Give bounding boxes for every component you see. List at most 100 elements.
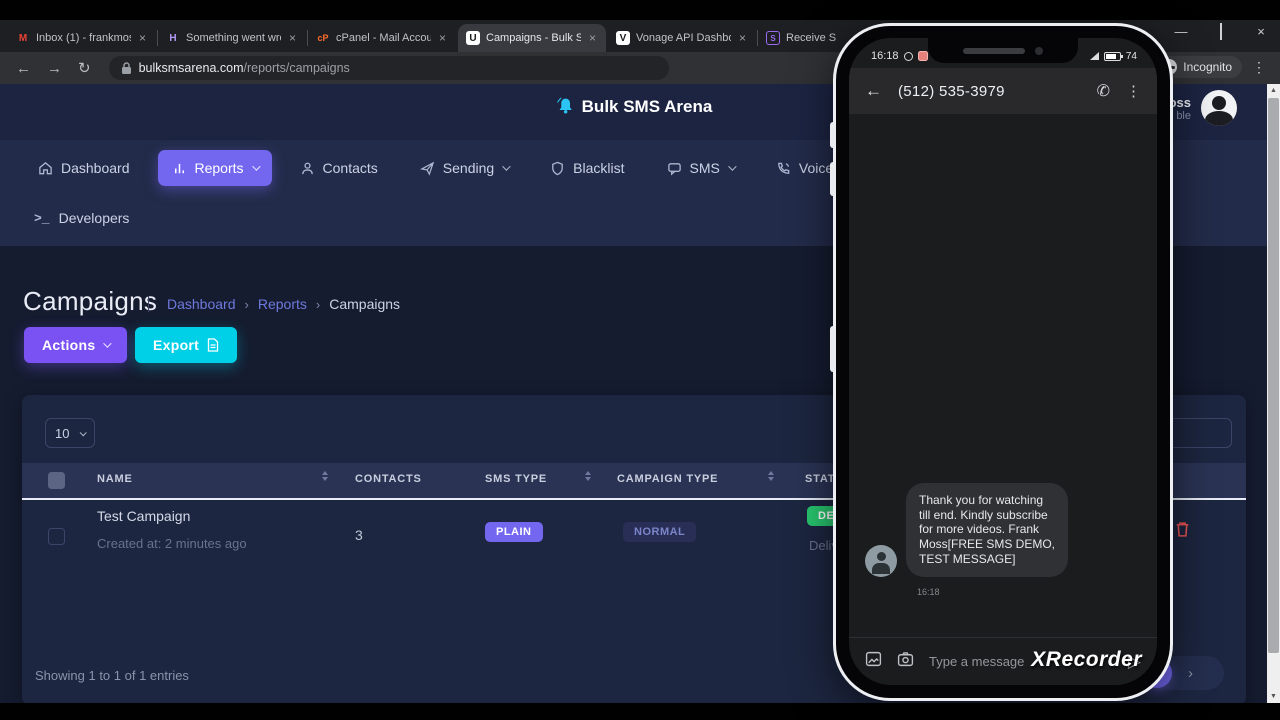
url-path: /reports/campaigns <box>243 61 350 75</box>
actions-label: Actions <box>42 337 96 353</box>
reload-icon[interactable]: ↻ <box>78 59 91 77</box>
user-status: ble <box>1176 109 1191 122</box>
nav-label: Blacklist <box>573 160 625 176</box>
tab-gmail[interactable]: M Inbox (1) - frankmoss × <box>8 24 156 52</box>
nav-label: Reports <box>194 160 244 176</box>
sender-avatar <box>865 545 897 577</box>
delete-button[interactable] <box>1174 520 1191 543</box>
tab-close-icon[interactable]: × <box>437 31 448 45</box>
incognito-label: Incognito <box>1183 60 1232 74</box>
breadcrumb-reports[interactable]: Reports <box>258 296 307 312</box>
row-checkbox[interactable] <box>48 528 65 545</box>
phone-screen: 16:18 74 ← (512) 535-3979 ✆ ⋮ Thank you … <box>849 38 1157 685</box>
address-bar[interactable]: bulksmsarena.com/reports/campaigns <box>108 56 669 80</box>
sort-icon[interactable] <box>322 471 328 481</box>
vonage-icon: V <box>616 31 630 45</box>
browser-menu-icon[interactable]: ⋮ <box>1252 59 1266 76</box>
sort-icon[interactable] <box>585 471 591 481</box>
page-scrollbar[interactable]: ▲ ▼ <box>1267 84 1280 703</box>
letterbox-bottom <box>0 703 1280 720</box>
tab-close-icon[interactable]: × <box>137 31 148 45</box>
scroll-up-icon[interactable]: ▲ <box>1267 84 1280 97</box>
gallery-icon[interactable] <box>865 651 882 672</box>
window-controls: — × <box>1174 23 1268 40</box>
export-button[interactable]: Export <box>135 327 238 363</box>
terminal-icon: >_ <box>34 210 50 226</box>
tab-campaigns-active[interactable]: U Campaigns - Bulk SM × <box>458 24 606 52</box>
sort-icon[interactable] <box>768 471 774 481</box>
bar-chart-icon <box>174 163 184 173</box>
nav-item-dashboard[interactable]: Dashboard <box>24 150 144 186</box>
nav-item-developers[interactable]: >_ Developers <box>24 202 139 234</box>
nav-item-sending[interactable]: Sending <box>406 150 522 186</box>
phone-clock: 16:18 <box>871 50 899 62</box>
close-button[interactable]: × <box>1254 24 1268 39</box>
next-page-icon[interactable]: › <box>1188 665 1193 682</box>
nav-item-reports[interactable]: Reports <box>157 150 272 186</box>
bulksms-favicon: U <box>466 31 480 45</box>
user-name: oss <box>1168 94 1191 110</box>
breadcrumb-separator: › <box>244 296 249 312</box>
paper-plane-icon <box>419 161 434 176</box>
person-icon <box>301 162 313 174</box>
tab-close-icon[interactable]: × <box>737 31 748 45</box>
nav-item-blacklist[interactable]: Blacklist <box>536 150 638 186</box>
phone-volume-up-button <box>830 162 836 196</box>
back-icon[interactable]: ← <box>865 81 882 101</box>
select-all-checkbox[interactable] <box>48 472 65 489</box>
column-header-name[interactable]: NAME <box>97 473 133 485</box>
camera-icon[interactable] <box>897 651 914 672</box>
incognito-badge: Incognito <box>1157 56 1242 78</box>
nav-item-contacts[interactable]: Contacts <box>286 150 392 186</box>
back-icon[interactable]: ← <box>16 60 31 77</box>
minimize-button[interactable]: — <box>1174 24 1188 39</box>
campaign-type-badge: NORMAL <box>623 522 697 542</box>
tab-something-went-wrong[interactable]: H Something went wro × <box>158 24 306 52</box>
page-size-value: 10 <box>55 425 70 441</box>
tab-vonage[interactable]: V Vonage API Dashbo × <box>608 24 756 52</box>
document-icon <box>207 338 219 352</box>
column-header-campaign-type[interactable]: CAMPAIGN TYPE <box>617 473 718 485</box>
battery-percent: 74 <box>1125 50 1137 62</box>
tab-close-icon[interactable]: × <box>287 31 298 45</box>
column-header-sms-type[interactable]: SMS TYPE <box>485 473 547 485</box>
phone-volume-down-button <box>830 326 836 372</box>
alarm-icon <box>903 51 913 61</box>
tab-cpanel[interactable]: cP cPanel - Mail Accoun × <box>308 24 456 52</box>
chat-bubble-icon <box>667 162 681 176</box>
cpanel-icon: cP <box>317 33 329 43</box>
phone-number-title: (512) 535-3979 <box>898 82 1005 100</box>
user-avatar[interactable] <box>1201 90 1237 126</box>
page-title: Campaigns <box>23 286 158 316</box>
nav-label: Sending <box>442 160 495 176</box>
url-domain: bulksmsarena.com <box>138 61 244 75</box>
maximize-icon <box>1220 23 1222 40</box>
brand-logo[interactable]: Bulk SMS Arena <box>555 96 713 117</box>
chevron-down-icon <box>103 339 113 348</box>
tab-title: Vonage API Dashbo <box>636 32 731 44</box>
tab-title: Inbox (1) - frankmoss <box>36 32 131 44</box>
overflow-menu-icon[interactable]: ⋮ <box>1126 82 1141 100</box>
contacts-count: 3 <box>355 527 363 543</box>
gmail-icon: M <box>18 32 28 44</box>
chevron-down-icon <box>728 162 737 171</box>
breadcrumb-dashboard[interactable]: Dashboard <box>167 296 236 312</box>
column-header-contacts: CONTACTS <box>355 473 422 485</box>
message-bubble: Thank you for watching till end. Kindly … <box>906 482 1068 577</box>
toolbar-right: Incognito ⋮ <box>1157 56 1266 78</box>
phone-conversation-header: ← (512) 535-3979 ✆ ⋮ <box>849 68 1157 114</box>
battery-icon <box>1103 51 1123 61</box>
tab-close-icon[interactable]: × <box>587 31 598 45</box>
scrollbar-thumb[interactable] <box>1268 98 1279 653</box>
letterbox-top <box>0 0 1280 20</box>
maximize-button[interactable] <box>1214 23 1228 40</box>
page-size-select[interactable]: 10 <box>45 418 95 448</box>
brand-name: Bulk SMS Arena <box>581 96 713 116</box>
actions-button[interactable]: Actions <box>24 327 128 363</box>
nav-item-sms[interactable]: SMS <box>653 150 748 186</box>
user-chip[interactable]: oss ble <box>1169 90 1237 126</box>
scroll-down-icon[interactable]: ▼ <box>1267 690 1280 703</box>
call-icon[interactable]: ✆ <box>1097 81 1110 101</box>
forward-icon[interactable]: → <box>47 60 62 77</box>
entries-summary: Showing 1 to 1 of 1 entries <box>35 668 189 683</box>
